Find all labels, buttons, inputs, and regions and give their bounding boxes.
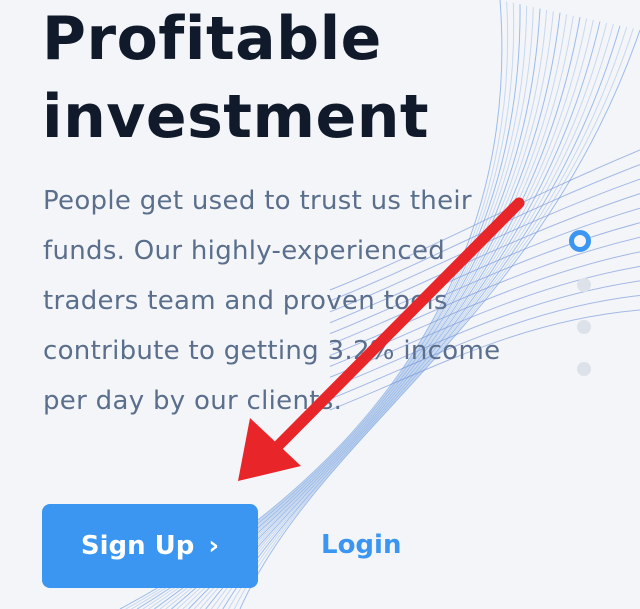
signup-button-label: Sign Up bbox=[80, 531, 195, 561]
slider-pagination bbox=[569, 226, 599, 386]
slider-dot-4[interactable] bbox=[577, 362, 591, 376]
chevron-right-icon: › bbox=[208, 531, 220, 561]
slider-dot-1[interactable] bbox=[569, 230, 591, 252]
login-link[interactable]: Login bbox=[321, 525, 401, 565]
slider-dot-2[interactable] bbox=[577, 278, 591, 292]
slider-dot-3[interactable] bbox=[577, 320, 591, 334]
hero-description: People get used to trust us their funds.… bbox=[43, 186, 501, 416]
signup-button[interactable]: Sign Up › bbox=[42, 504, 258, 588]
hero-title-line-1: Profitable bbox=[42, 4, 382, 74]
hero-title: Profitable investment bbox=[42, 0, 429, 156]
hero-title-line-2: investment bbox=[42, 82, 430, 152]
